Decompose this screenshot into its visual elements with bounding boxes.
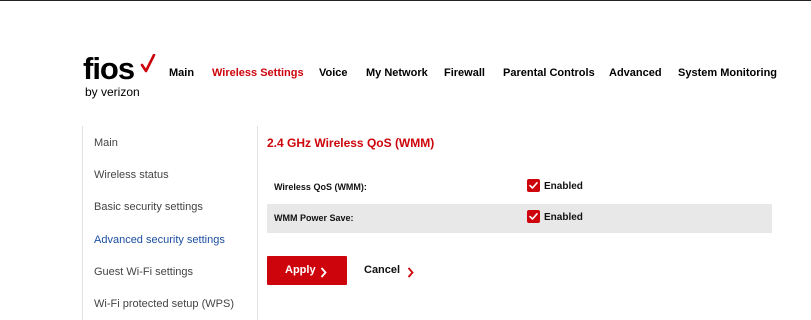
nav-advanced[interactable]: Advanced	[609, 66, 662, 80]
cancel-button[interactable]: Cancel	[364, 263, 424, 279]
page-title: 2.4 GHz Wireless QoS (WMM)	[267, 136, 435, 150]
nav-firewall[interactable]: Firewall	[444, 66, 485, 80]
sidebar-item-basic-security[interactable]: Basic security settings	[94, 200, 203, 214]
logo-byline: by verizon	[85, 85, 140, 99]
chevron-right-icon	[320, 265, 327, 283]
apply-label: Apply	[285, 264, 316, 276]
sidebar-item-advanced-security[interactable]: Advanced security settings	[94, 233, 225, 247]
logo-wordmark: fios	[83, 51, 135, 86]
checkmark-icon	[140, 53, 156, 79]
nav-my-network[interactable]: My Network	[366, 66, 428, 80]
sidebar-item-main[interactable]: Main	[94, 136, 118, 150]
nav-wireless-settings[interactable]: Wireless Settings	[212, 66, 304, 80]
nav-voice[interactable]: Voice	[319, 66, 348, 80]
wmm-power-save-label: WMM Power Save:	[274, 213, 354, 223]
nav-main[interactable]: Main	[169, 66, 194, 80]
wireless-qos-checkbox[interactable]	[527, 179, 540, 192]
sidebar-item-guest-wifi[interactable]: Guest Wi-Fi settings	[94, 265, 193, 279]
chevron-right-icon	[407, 265, 414, 283]
settings-row-wmm-power-save: WMM Power Save: Enabled	[267, 204, 772, 233]
sidebar-item-wps[interactable]: Wi-Fi protected setup (WPS)	[94, 297, 234, 311]
sidebar-item-wireless-status[interactable]: Wireless status	[94, 168, 169, 182]
sidebar: Main Wireless status Basic security sett…	[82, 126, 258, 320]
apply-button[interactable]: Apply	[267, 256, 347, 285]
wireless-qos-label: Wireless QoS (WMM):	[274, 182, 367, 192]
nav-system-monitoring[interactable]: System Monitoring	[678, 66, 777, 80]
wireless-qos-value: Enabled	[544, 181, 583, 192]
wmm-power-save-checkbox[interactable]	[527, 210, 540, 223]
wmm-power-save-value: Enabled	[544, 212, 583, 223]
fios-logo: fios by verizon	[83, 52, 163, 100]
cancel-label: Cancel	[364, 264, 401, 276]
nav-parental-controls[interactable]: Parental Controls	[503, 66, 595, 80]
settings-row-wireless-qos: Wireless QoS (WMM): Enabled	[267, 173, 772, 202]
top-border	[0, 0, 811, 1]
